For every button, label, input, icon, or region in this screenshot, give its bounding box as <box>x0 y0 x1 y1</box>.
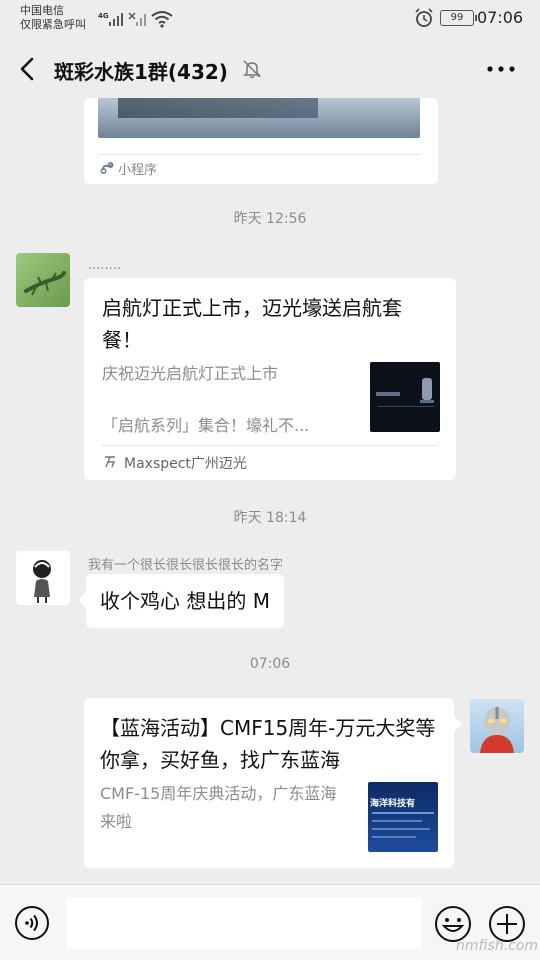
lamp-product-image <box>376 378 434 407</box>
message-input[interactable] <box>66 897 422 949</box>
mini-program-card[interactable]: 小程序 <box>84 98 438 184</box>
more-dots-icon[interactable] <box>486 66 516 72</box>
signal-icon: 4G <box>98 12 123 26</box>
chat-title: 斑彩水族1群(432) <box>54 60 228 84</box>
self-avatar[interactable] <box>470 699 524 753</box>
article-description: CMF-15周年庆典活动，广东蓝海来啦 <box>100 784 337 831</box>
text-message-bubble[interactable]: 收个鸡心 想出的 M <box>78 574 284 628</box>
network-label: 4G <box>98 12 109 20</box>
timestamp: 昨天 18:14 <box>233 510 307 526</box>
article-thumbnail <box>370 362 440 432</box>
sender-name: ........ <box>88 258 122 273</box>
voice-icon[interactable] <box>14 905 50 941</box>
article-source: Maxspect广州迈光 <box>124 456 247 472</box>
person-sketch-avatar-image <box>33 560 51 603</box>
carrier-line2: 仅限紧急呼叫 <box>20 18 86 31</box>
status-bar: 中国电信 仅限紧急呼叫 4G 99 07:06 <box>0 0 540 40</box>
divider <box>98 154 420 155</box>
ultraman-avatar-image <box>480 707 514 753</box>
no-signal-icon <box>128 12 146 26</box>
article-card[interactable]: 启航灯正式上市，迈光壕送启航套餐！ 庆祝迈光启航灯正式上市 「启航系列」集合！壕… <box>84 278 456 480</box>
status-time: 07:06 <box>477 8 524 27</box>
timestamp: 07:06 <box>249 656 291 672</box>
mute-bell-icon <box>243 60 261 79</box>
avatar[interactable] <box>16 253 70 307</box>
article-desc-line2: 「启航系列」集合！壕礼不... <box>102 416 310 435</box>
avatar[interactable] <box>16 551 70 605</box>
article-desc-line1: 庆祝迈光启航灯正式上市 <box>102 364 279 383</box>
message-text: 收个鸡心 想出的 M <box>100 589 270 613</box>
article-title: 启航灯正式上市，迈光壕送启航套餐！ <box>102 296 402 352</box>
carrier-text: 中国电信 仅限紧急呼叫 <box>20 4 86 32</box>
lizard-avatar-image <box>24 271 66 296</box>
carrier-line1: 中国电信 <box>20 4 64 17</box>
timestamp: 昨天 12:56 <box>233 211 307 227</box>
divider <box>102 445 438 446</box>
article-card[interactable]: 【蓝海活动】CMF15周年-万元大奖等你拿，买好鱼，找广东蓝海 CMF-15周年… <box>84 698 462 868</box>
mini-program-icon <box>100 162 114 174</box>
mini-program-label: 小程序 <box>118 163 158 178</box>
alarm-icon <box>415 8 433 27</box>
chat-header: 斑彩水族1群(432) <box>0 40 540 98</box>
article-thumbnail: 海洋科技有 <box>368 782 438 852</box>
mini-program-thumbnail <box>98 98 420 138</box>
article-title: 【蓝海活动】CMF15周年-万元大奖等你拿，买好鱼，找广东蓝海 <box>100 716 436 772</box>
battery-level: 99 <box>450 12 464 23</box>
sender-name: 我有一个很长很长很长很长的名字 <box>88 558 284 573</box>
battery-icon: 99 <box>440 10 477 26</box>
official-account-icon <box>105 456 116 468</box>
wifi-icon <box>151 11 173 28</box>
watermark: nmfish.com <box>456 938 539 954</box>
back-arrow-icon[interactable] <box>14 54 40 84</box>
